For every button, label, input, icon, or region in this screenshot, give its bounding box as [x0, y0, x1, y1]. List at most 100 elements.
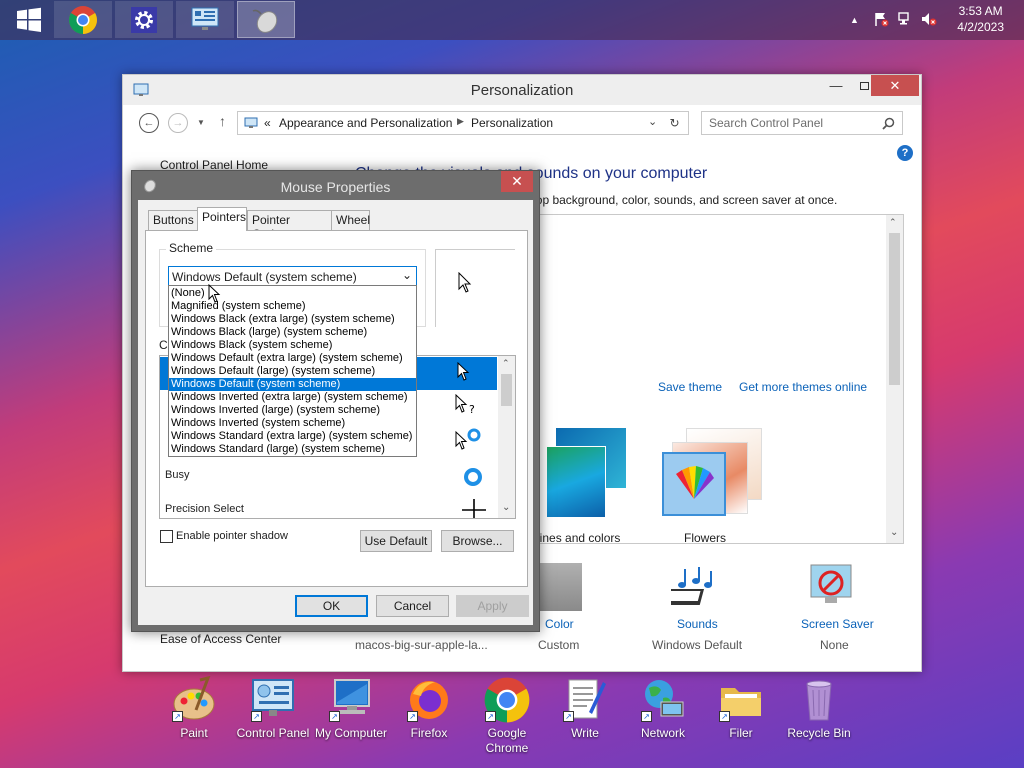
tab-buttons[interactable]: Buttons [148, 210, 198, 230]
network-icon[interactable] [897, 11, 913, 30]
save-theme-link[interactable]: Save theme [658, 380, 722, 394]
back-arrow-icon: ← [143, 117, 155, 129]
breadcrumb-appearance[interactable]: Appearance and Personalization [279, 116, 452, 130]
scheme-dropdown-icon: ⌄ [402, 268, 413, 282]
desktop-icon-control-panel[interactable]: ↗ Control Panel [235, 676, 311, 741]
recent-pages-icon[interactable]: ▼ [197, 118, 205, 127]
screen-saver-link[interactable]: Screen Saver [801, 617, 874, 631]
maximize-icon [859, 81, 869, 90]
taskbar-mouse[interactable] [237, 1, 295, 38]
address-dropdown-icon[interactable]: ⌄ [648, 115, 657, 128]
scheme-option[interactable]: (None) [169, 287, 416, 300]
scheme-option[interactable]: Magnified (system scheme) [169, 300, 416, 313]
desktop-background-label[interactable]: macos-big-sur-apple-la... [355, 638, 488, 652]
scheme-option[interactable]: Windows Inverted (large) (system scheme) [169, 404, 416, 417]
mouse-cursor-icon [208, 284, 221, 303]
scheme-option[interactable]: Windows Standard (extra large) (system s… [169, 430, 416, 443]
desktop-icon-write[interactable]: ↗ Write [547, 676, 623, 741]
up-arrow-icon[interactable]: ↑ [219, 113, 226, 129]
taskbar-control-panel[interactable] [176, 1, 234, 38]
action-center-flag-icon[interactable] [873, 11, 889, 30]
get-more-themes-link[interactable]: Get more themes online [739, 380, 867, 394]
pointer-row-busy[interactable]: Busy [165, 469, 189, 481]
scheme-option-highlighted[interactable]: Windows Default (system scheme) [169, 378, 416, 391]
color-swatch[interactable] [538, 563, 582, 611]
desktop-icon-network[interactable]: ↗ Network [625, 676, 701, 741]
desktop-icon-my-computer[interactable]: ↗ My Computer [313, 676, 389, 741]
forward-arrow-icon: → [172, 117, 184, 129]
pointer-list-scrollbar[interactable]: ⌃ ⌄ [498, 356, 515, 518]
breadcrumb-personalization[interactable]: Personalization [471, 116, 553, 130]
scheme-option[interactable]: Windows Default (extra large) (system sc… [169, 352, 416, 365]
theme-flowers[interactable] [642, 428, 766, 523]
help-icon[interactable]: ? [897, 145, 913, 161]
scheme-option[interactable]: Windows Inverted (extra large) (system s… [169, 391, 416, 404]
mouse-dialog-title[interactable]: Mouse Properties [132, 179, 539, 195]
scheme-option[interactable]: Windows Black (large) (system scheme) [169, 326, 416, 339]
clock[interactable]: 3:53 AM 4/2/2023 [957, 3, 1004, 35]
arrow-cursor-preview-icon [458, 272, 472, 293]
cancel-button[interactable]: Cancel [376, 595, 449, 617]
color-link[interactable]: Color [545, 617, 574, 631]
taskbar-settings[interactable] [115, 1, 173, 38]
back-button[interactable]: ← [139, 113, 159, 133]
mouse-dialog-close-button[interactable]: ✕ [501, 171, 533, 192]
refresh-button[interactable]: ↻ [661, 111, 689, 135]
taskbar: ▲ 3:53 AM 4/2/2023 [0, 0, 1024, 40]
scheme-option[interactable]: Windows Default (large) (system scheme) [169, 365, 416, 378]
tab-pointer-options[interactable]: Pointer Options [247, 210, 332, 241]
sounds-icon[interactable] [663, 563, 721, 614]
address-bar[interactable]: « Appearance and Personalization ▶ Perso… [237, 111, 689, 135]
theme-lines-colors-label: Lines and colors [533, 531, 621, 545]
scheme-option[interactable]: Windows Black (system scheme) [169, 339, 416, 352]
pointer-shadow-checkbox[interactable] [160, 530, 173, 543]
pointer-row-precision[interactable]: Precision Select [165, 503, 244, 515]
desktop-icon-firefox[interactable]: ↗ Firefox [391, 676, 467, 741]
sounds-value: Windows Default [652, 638, 743, 652]
browse-button[interactable]: Browse... [441, 530, 514, 552]
apply-button[interactable]: Apply [456, 595, 529, 617]
desktop-icon-recycle-bin[interactable]: Recycle Bin [781, 676, 857, 741]
minimize-button[interactable]: — [823, 75, 849, 96]
start-button[interactable] [0, 1, 58, 38]
scroll-up-icon[interactable]: ⌃ [889, 217, 897, 228]
scheme-select[interactable]: Windows Default (system scheme) ⌄ [168, 266, 417, 286]
volume-muted-icon[interactable] [921, 11, 937, 30]
scheme-dropdown-list[interactable]: (None) Magnified (system scheme) Windows… [168, 285, 417, 457]
screen-saver-icon[interactable] [809, 563, 855, 614]
personalization-titlebar[interactable]: Personalization — ✕ [123, 75, 921, 105]
breadcrumb-separator-icon[interactable]: ▶ [457, 116, 464, 127]
windows-logo-icon [17, 7, 41, 32]
pointer-scroll-thumb[interactable] [501, 374, 512, 406]
scroll-thumb[interactable] [889, 233, 900, 385]
desktop-icon-google-chrome[interactable]: ↗ Google Chrome [469, 676, 545, 756]
scheme-option[interactable]: Windows Black (extra large) (system sche… [169, 313, 416, 326]
tab-pointers[interactable]: Pointers [197, 207, 247, 231]
search-box[interactable]: Search Control Panel [701, 111, 903, 135]
scroll-down-icon[interactable]: ⌄ [890, 527, 898, 538]
tab-wheel[interactable]: Wheel [331, 210, 370, 230]
close-button[interactable]: ✕ [871, 75, 919, 96]
pointer-scroll-down-icon[interactable]: ⌄ [502, 502, 510, 513]
desktop-icon-filer[interactable]: ↗ Filer [703, 676, 779, 741]
sounds-link[interactable]: Sounds [677, 617, 718, 631]
pointer-shadow-label[interactable]: Enable pointer shadow [176, 530, 288, 542]
pointer-scroll-up-icon[interactable]: ⌃ [502, 358, 510, 369]
shortcut-arrow-icon: ↗ [329, 711, 340, 722]
tray-expand-icon[interactable]: ▲ [850, 15, 859, 25]
forward-button[interactable]: → [168, 113, 188, 133]
desktop-icon-label: Control Panel [236, 726, 310, 740]
ok-button[interactable]: OK [295, 595, 368, 617]
desktop-icon-paint[interactable]: ↗ Paint [156, 675, 232, 741]
search-icon [882, 117, 895, 130]
themes-scrollbar[interactable]: ⌃ ⌄ [886, 215, 903, 543]
scheme-option[interactable]: Windows Inverted (system scheme) [169, 417, 416, 430]
ease-of-access-link[interactable]: Ease of Access Center [160, 632, 281, 646]
minimize-icon: — [829, 78, 843, 93]
use-default-button[interactable]: Use Default [360, 530, 432, 552]
desktop-icon-label: Network [640, 726, 685, 740]
scheme-option[interactable]: Windows Standard (large) (system scheme) [169, 443, 416, 456]
theme-lines-colors[interactable] [546, 428, 636, 518]
screen-saver-value: None [820, 638, 849, 652]
taskbar-chrome[interactable] [54, 1, 112, 38]
